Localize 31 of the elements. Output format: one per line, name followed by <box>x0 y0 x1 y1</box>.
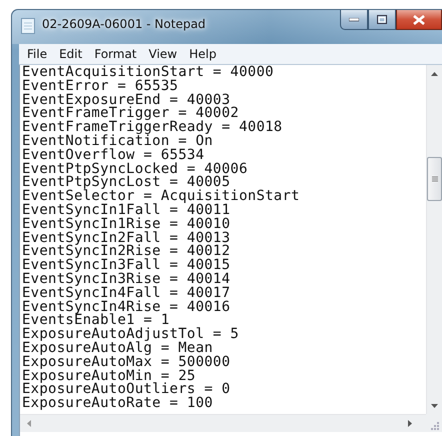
text-line: EventSyncIn4Fall = 40017 <box>22 286 232 301</box>
text-line: EventSyncIn3Fall = 40015 <box>22 259 232 273</box>
menu-item[interactable]: Help <box>183 47 222 61</box>
text-line: EventFrameTrigger = 40002 <box>22 107 240 122</box>
text-line: ExposureAutoRate = 100 <box>22 397 214 411</box>
text-line: EventPtpSyncLocked = 40006 <box>22 162 249 176</box>
text-line: EventSyncIn1Rise = 40010 <box>22 218 232 232</box>
text-line: EventSyncIn2Rise = 40012 <box>22 245 232 260</box>
text-line: EventsEnable1 = 1 <box>22 314 170 328</box>
menu-item[interactable]: File <box>21 47 54 61</box>
text-line: ExposureAutoAlg = Mean <box>22 342 213 356</box>
text-line: EventSyncIn1Fall = 40011 <box>22 204 230 218</box>
text-line: EventSyncIn4Rise = 40016 <box>22 300 232 314</box>
text-line: ExposureAutoAdjustTol = 5 <box>22 328 240 342</box>
text-line: EventSyncIn3Rise = 40014 <box>22 272 232 287</box>
text-line: EventSelector = AcquisitionStart <box>22 190 301 204</box>
window-title: 02-2609A-06001 - Notepad <box>42 17 206 31</box>
text-line: EventExposureEnd = 40003 <box>22 94 230 108</box>
menu-item[interactable]: Edit <box>53 47 88 61</box>
text-line: EventFrameTriggerReady = 40018 <box>22 121 284 135</box>
text-line: ExposureAutoOutliers = 0 <box>22 383 232 398</box>
menu-item[interactable]: Format <box>88 47 143 61</box>
text-line: EventOverflow = 65534 <box>22 148 205 163</box>
text-line: EventSyncIn2Fall = 40013 <box>22 232 232 246</box>
menu-item[interactable]: View <box>142 47 184 61</box>
text-line: EventAcquisitionStart = 40000 <box>22 66 275 80</box>
text-line: ExposureAutoMin = 25 <box>22 370 197 384</box>
text-line: EventError = 65535 <box>22 80 178 94</box>
text-line: EventNotification = On <box>22 134 214 149</box>
text-line: ExposureAutoMax = 500000 <box>22 356 232 370</box>
text-line: EventPtpSyncLost = 40005 <box>22 176 230 190</box>
